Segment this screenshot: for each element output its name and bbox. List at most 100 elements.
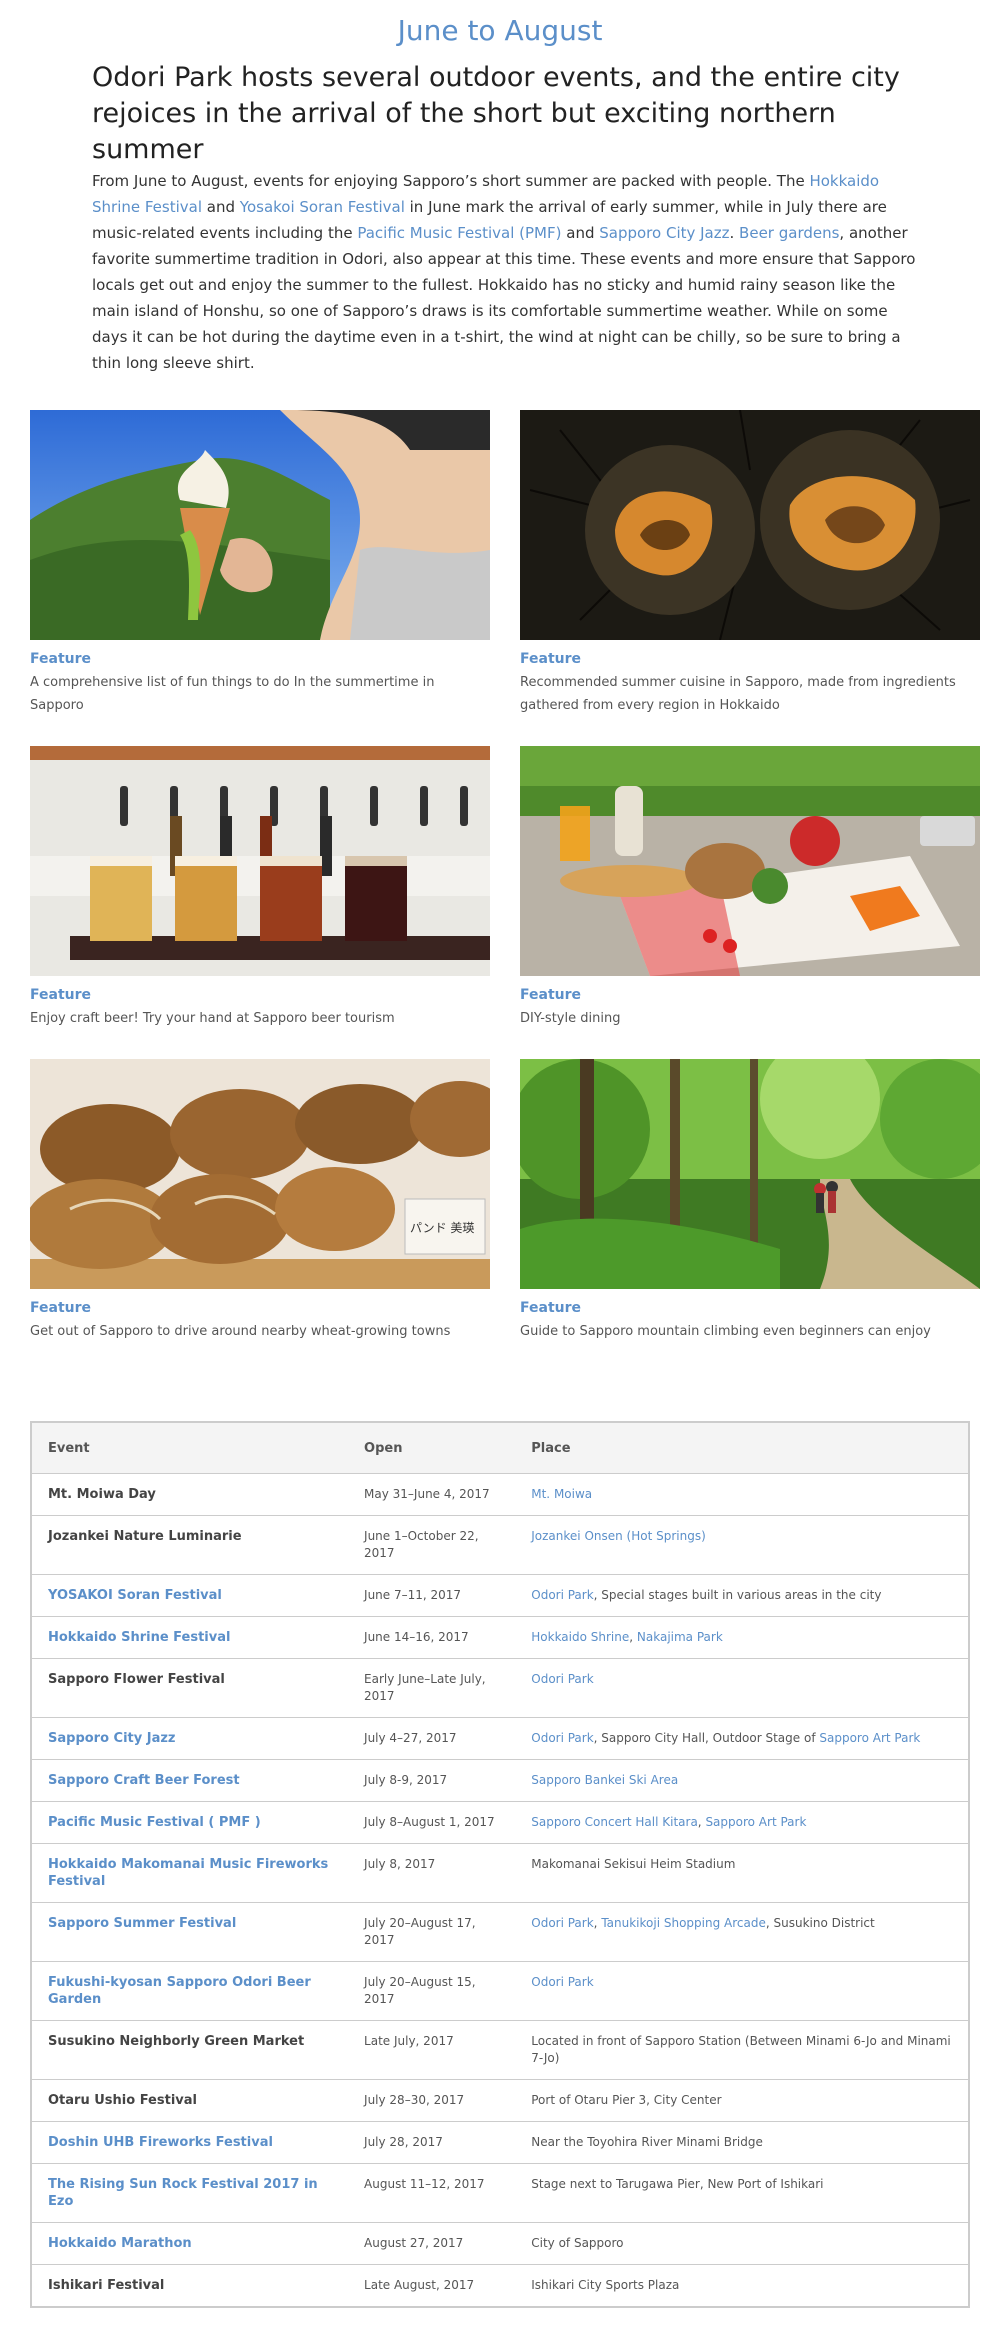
forest-trail-photo[interactable]	[520, 1059, 980, 1289]
table-row: Fukushi-kyosan Sapporo Odori Beer Garden…	[31, 1961, 969, 2021]
intro-link[interactable]: Beer gardens	[739, 224, 839, 242]
event-place: Sapporo Concert Hall Kitara, Sapporo Art…	[515, 1801, 969, 1844]
column-header-place: Place	[515, 1422, 969, 1474]
feature-card-wheat-towns[interactable]: パンド 美瑛 Feature Get out of Sapporo to dri…	[30, 1059, 490, 1343]
event-name: Sapporo Flower Festival	[31, 1658, 349, 1718]
picnic-food-photo[interactable]	[520, 746, 980, 976]
event-name-link[interactable]: Hokkaido Marathon	[31, 2222, 349, 2265]
place-text: Stage next to Tarugawa Pier, New Port of…	[531, 2177, 824, 2191]
soft-serve-ice-cream-photo[interactable]	[30, 410, 490, 640]
place-text: , Special stages built in various areas …	[593, 1588, 882, 1602]
feature-card-summer-cuisine[interactable]: Feature Recommended summer cuisine in Sa…	[520, 410, 980, 717]
place-link[interactable]: Odori Park	[531, 1975, 593, 1989]
table-row: Susukino Neighborly Green Market Late Jul…	[31, 2020, 969, 2080]
event-place: Ishikari City Sports Plaza	[515, 2264, 969, 2308]
event-open-date: August 11–12, 2017	[348, 2163, 516, 2223]
place-link[interactable]: Sapporo Concert Hall Kitara	[531, 1815, 698, 1829]
column-header-open: Open	[348, 1422, 516, 1474]
event-name-link[interactable]: Pacific Music Festival ( PMF )	[31, 1801, 349, 1844]
feature-description[interactable]: Recommended summer cuisine in Sapporo, m…	[520, 671, 980, 717]
table-row: Pacific Music Festival ( PMF ) July 8–Aug…	[31, 1801, 969, 1844]
table-row: Mt. Moiwa Day May 31–June 4, 2017 Mt. Moiw…	[31, 1473, 969, 1516]
feature-tag[interactable]: Feature	[520, 651, 980, 667]
intro-paragraph: From June to August, events for enjoying…	[92, 168, 922, 376]
event-place: Odori Park, Special stages built in vari…	[515, 1574, 969, 1617]
place-text: Near the Toyohira River Minami Bridge	[531, 2135, 763, 2149]
intro-text: and	[561, 224, 600, 242]
table-row: Ishikari Festival Late August, 2017 Ishika…	[31, 2264, 969, 2308]
place-link[interactable]: Nakajima Park	[637, 1630, 723, 1644]
event-open-date: July 8–August 1, 2017	[348, 1801, 516, 1844]
table-row: Sapporo Craft Beer Forest July 8-9, 2017 S…	[31, 1759, 969, 1802]
sea-urchin-photo[interactable]	[520, 410, 980, 640]
feature-card-craft-beer[interactable]: Feature Enjoy craft beer! Try your hand …	[30, 746, 490, 1030]
event-place: Near the Toyohira River Minami Bridge	[515, 2121, 969, 2164]
place-link[interactable]: Sapporo Art Park	[705, 1815, 806, 1829]
feature-tag[interactable]: Feature	[520, 1300, 980, 1316]
event-open-date: June 7–11, 2017	[348, 1574, 516, 1617]
feature-card-mountain-climbing[interactable]: Feature Guide to Sapporo mountain climbi…	[520, 1059, 980, 1343]
intro-text: .	[729, 224, 740, 242]
table-row: Sapporo City Jazz July 4–27, 2017 Odori Pa…	[31, 1717, 969, 1760]
feature-tag[interactable]: Feature	[30, 1300, 490, 1316]
place-link[interactable]: Hokkaido Shrine	[531, 1630, 629, 1644]
feature-tag[interactable]: Feature	[520, 987, 980, 1003]
event-name-link[interactable]: Hokkaido Shrine Festival	[31, 1616, 349, 1659]
feature-card-summer-fun[interactable]: Feature A comprehensive list of fun thin…	[30, 410, 490, 717]
table-row: Hokkaido Marathon August 27, 2017 City of …	[31, 2222, 969, 2265]
intro-link[interactable]: Pacific Music Festival (PMF)	[357, 224, 561, 242]
feature-description[interactable]: Enjoy craft beer! Try your hand at Sappo…	[30, 1007, 490, 1030]
table-row: Hokkaido Shrine Festival June 14–16, 2017…	[31, 1616, 969, 1659]
event-name: Jozankei Nature Luminarie	[31, 1515, 349, 1575]
place-link[interactable]: Odori Park	[531, 1916, 593, 1930]
feature-tag[interactable]: Feature	[30, 651, 490, 667]
place-link[interactable]: Odori Park	[531, 1588, 593, 1602]
place-link[interactable]: Sapporo Bankei Ski Area	[531, 1773, 678, 1787]
event-name-link[interactable]: YOSAKOI Soran Festival	[31, 1574, 349, 1617]
event-place: Odori Park	[515, 1961, 969, 2021]
place-link[interactable]: Jozankei Onsen (Hot Springs)	[531, 1529, 706, 1543]
intro-link[interactable]: Sapporo City Jazz	[599, 224, 729, 242]
feature-description[interactable]: A comprehensive list of fun things to do…	[30, 671, 490, 717]
event-name-link[interactable]: Hokkaido Makomanai Music Fireworks Festi…	[31, 1843, 349, 1903]
bread-loaves-photo[interactable]: パンド 美瑛	[30, 1059, 490, 1289]
event-open-date: July 8-9, 2017	[348, 1759, 516, 1802]
craft-beer-photo[interactable]	[30, 746, 490, 976]
event-name-link[interactable]: The Rising Sun Rock Festival 2017 in Ezo	[31, 2163, 349, 2223]
event-name-link[interactable]: Sapporo Summer Festival	[31, 1902, 349, 1962]
event-name-link[interactable]: Doshin UHB Fireworks Festival	[31, 2121, 349, 2164]
table-row: YOSAKOI Soran Festival June 7–11, 2017 Odo…	[31, 1574, 969, 1617]
place-link[interactable]: Odori Park	[531, 1731, 593, 1745]
bread-price-sign-text: パンド 美瑛	[410, 1221, 475, 1235]
event-place: Odori Park, Sapporo City Hall, Outdoor S…	[515, 1717, 969, 1760]
place-link[interactable]: Mt. Moiwa	[531, 1487, 592, 1501]
event-open-date: July 28–30, 2017	[348, 2079, 516, 2122]
intro-text: and	[202, 198, 240, 216]
table-row: Doshin UHB Fireworks Festival July 28, 20…	[31, 2121, 969, 2164]
feature-card-diy-dining[interactable]: Feature DIY-style dining	[520, 746, 980, 1030]
event-name-link[interactable]: Sapporo City Jazz	[31, 1717, 349, 1760]
place-text: Located in front of Sapporo Station (Bet…	[531, 2034, 951, 2065]
table-row: Jozankei Nature Luminarie June 1–October …	[31, 1515, 969, 1575]
intro-link[interactable]: Yosakoi Soran Festival	[240, 198, 405, 216]
place-link[interactable]: Sapporo Art Park	[819, 1731, 920, 1745]
feature-description[interactable]: Guide to Sapporo mountain climbing even …	[520, 1320, 980, 1343]
event-name-link[interactable]: Sapporo Craft Beer Forest	[31, 1759, 349, 1802]
feature-description[interactable]: Get out of Sapporo to drive around nearb…	[30, 1320, 490, 1343]
events-table: Event Open Place Mt. Moiwa Day May 31–Jun…	[30, 1421, 970, 2308]
event-place: Port of Otaru Pier 3, City Center	[515, 2079, 969, 2122]
feature-tag[interactable]: Feature	[30, 987, 490, 1003]
event-place: Sapporo Bankei Ski Area	[515, 1759, 969, 1802]
place-link[interactable]: Odori Park	[531, 1672, 593, 1686]
feature-description[interactable]: DIY-style dining	[520, 1007, 980, 1030]
event-place: City of Sapporo	[515, 2222, 969, 2265]
event-open-date: Late July, 2017	[348, 2020, 516, 2080]
place-text: Port of Otaru Pier 3, City Center	[531, 2093, 722, 2107]
place-text: , Susukino District	[765, 1916, 875, 1930]
intro-text: , another favorite summertime tradition …	[92, 224, 916, 372]
table-row: Otaru Ushio Festival July 28–30, 2017 Port…	[31, 2079, 969, 2122]
event-name-link[interactable]: Fukushi-kyosan Sapporo Odori Beer Garden	[31, 1961, 349, 2021]
event-open-date: July 8, 2017	[348, 1843, 516, 1903]
place-link[interactable]: Tanukikoji Shopping Arcade	[601, 1916, 766, 1930]
section-title: June to August	[397, 14, 603, 47]
